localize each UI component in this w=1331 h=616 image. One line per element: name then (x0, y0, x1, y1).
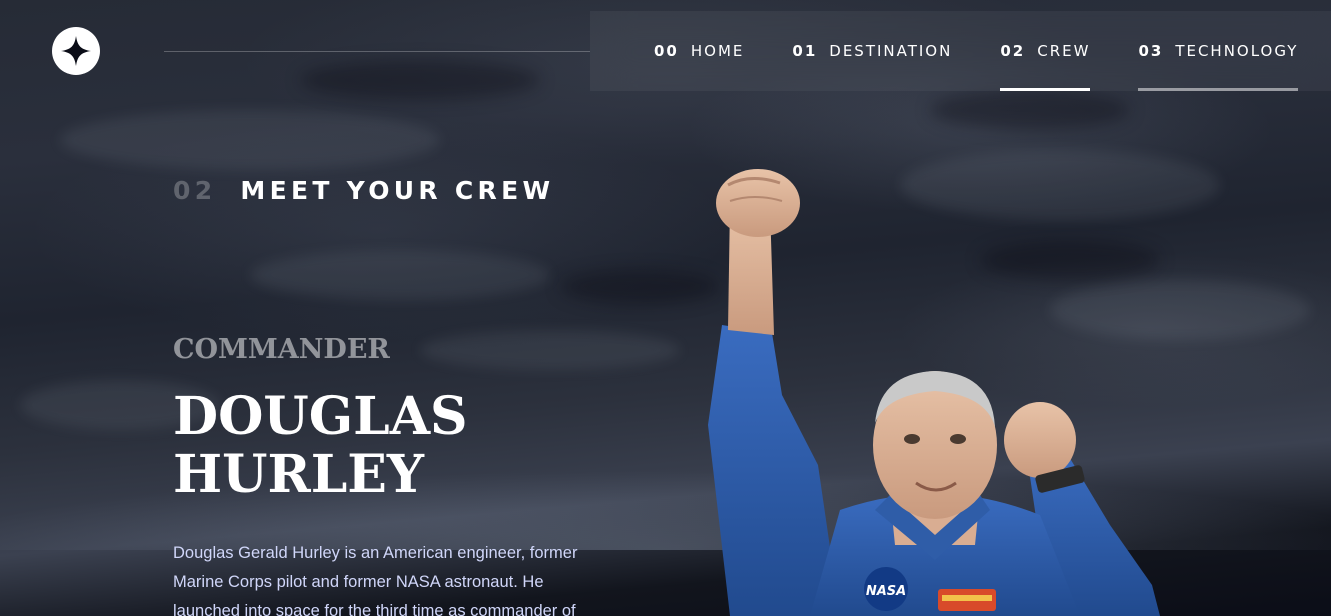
nav-item-number: 03 (1138, 42, 1164, 60)
nav-item-label: CREW (1037, 42, 1091, 60)
nav-item-home[interactable]: 00 HOME (654, 11, 744, 91)
logo-icon[interactable] (52, 27, 100, 75)
crew-bio: Douglas Gerald Hurley is an American eng… (173, 544, 578, 616)
crew-member-photo: NASA (708, 169, 1160, 616)
nav-item-label: HOME (690, 42, 745, 60)
nav-item-number: 01 (792, 42, 818, 60)
header-divider-line (164, 51, 590, 52)
main-nav: 00 HOME 01 DESTINATION 02 CREW 03 TECHNO… (590, 11, 1331, 91)
nav-underline (654, 88, 744, 91)
nav-item-number: 00 (654, 42, 679, 60)
nav-item-label: DESTINATION (829, 42, 953, 60)
nav-hover-underline (1138, 88, 1299, 91)
nav-item-label: TECHNOLOGY (1175, 42, 1299, 60)
nav-item-crew[interactable]: 02 CREW (1000, 11, 1091, 91)
nav-item-number: 02 (1000, 42, 1026, 60)
nav-item-destination[interactable]: 01 DESTINATION (792, 11, 952, 91)
nav-active-underline (1000, 88, 1091, 91)
page-heading: 02 MEET YOUR CREW (173, 176, 554, 205)
nav-underline (792, 88, 952, 91)
page-heading-number: 02 (173, 176, 217, 205)
svg-text:NASA: NASA (866, 584, 906, 599)
crew-name: Douglas Hurley (173, 386, 468, 505)
page-heading-text: MEET YOUR CREW (240, 176, 555, 205)
nav-item-technology[interactable]: 03 TECHNOLOGY (1138, 11, 1299, 91)
crew-role: Commander (173, 334, 390, 365)
